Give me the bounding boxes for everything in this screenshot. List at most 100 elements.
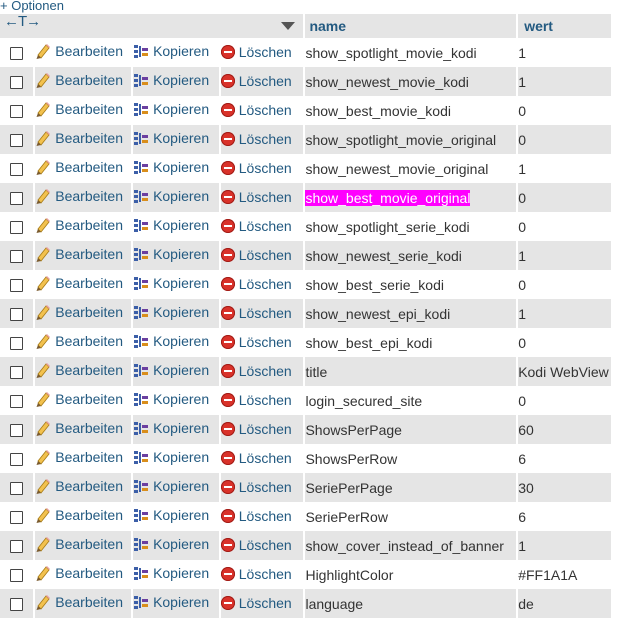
row-checkbox[interactable] bbox=[10, 279, 23, 293]
row-checkbox[interactable] bbox=[10, 47, 23, 61]
edit-button[interactable]: Bearbeiten bbox=[35, 420, 123, 436]
column-expand-arrows-icon[interactable]: ←T→ bbox=[4, 14, 41, 30]
row-checkbox[interactable] bbox=[10, 221, 23, 235]
value-cell[interactable]: 1 bbox=[517, 154, 613, 183]
edit-button[interactable]: Bearbeiten bbox=[35, 449, 123, 465]
value-cell[interactable]: 30 bbox=[517, 473, 613, 502]
edit-button[interactable]: Bearbeiten bbox=[35, 43, 123, 59]
copy-button[interactable]: Kopieren bbox=[133, 101, 209, 117]
name-cell[interactable]: show_newest_serie_kodi bbox=[304, 241, 519, 270]
row-checkbox[interactable] bbox=[10, 424, 23, 438]
edit-button[interactable]: Bearbeiten bbox=[35, 246, 123, 262]
name-cell[interactable]: show_cover_instead_of_banner bbox=[304, 531, 519, 560]
sort-dropdown-icon[interactable] bbox=[281, 22, 296, 30]
value-cell[interactable]: 0 bbox=[517, 328, 613, 357]
edit-button[interactable]: Bearbeiten bbox=[35, 507, 123, 523]
row-checkbox[interactable] bbox=[10, 395, 23, 409]
row-checkbox[interactable] bbox=[10, 250, 23, 264]
value-cell[interactable]: de bbox=[517, 589, 613, 618]
value-cell[interactable]: 6 bbox=[517, 502, 613, 531]
edit-button[interactable]: Bearbeiten bbox=[35, 304, 123, 320]
edit-button[interactable]: Bearbeiten bbox=[35, 217, 123, 233]
edit-button[interactable]: Bearbeiten bbox=[35, 565, 123, 581]
value-cell[interactable]: 0 bbox=[517, 386, 613, 415]
copy-button[interactable]: Kopieren bbox=[133, 188, 209, 204]
options-toggle-link[interactable]: + Optionen bbox=[0, 0, 64, 14]
row-checkbox[interactable] bbox=[10, 366, 23, 380]
copy-button[interactable]: Kopieren bbox=[133, 391, 209, 407]
copy-button[interactable]: Kopieren bbox=[133, 478, 209, 494]
name-cell[interactable]: show_spotlight_serie_kodi bbox=[304, 212, 519, 241]
delete-button[interactable]: Löschen bbox=[220, 334, 292, 350]
copy-button[interactable]: Kopieren bbox=[133, 333, 209, 349]
row-checkbox[interactable] bbox=[10, 598, 23, 612]
row-checkbox[interactable] bbox=[10, 76, 23, 90]
copy-button[interactable]: Kopieren bbox=[133, 246, 209, 262]
delete-button[interactable]: Löschen bbox=[220, 44, 292, 60]
row-checkbox[interactable] bbox=[10, 192, 23, 206]
delete-button[interactable]: Löschen bbox=[220, 276, 292, 292]
name-cell[interactable]: show_best_serie_kodi bbox=[304, 270, 519, 299]
row-checkbox[interactable] bbox=[10, 308, 23, 322]
edit-button[interactable]: Bearbeiten bbox=[35, 333, 123, 349]
value-cell[interactable]: Kodi WebView bbox=[517, 357, 613, 386]
name-cell[interactable]: SeriePerPage bbox=[304, 473, 519, 502]
delete-button[interactable]: Löschen bbox=[220, 421, 292, 437]
value-cell[interactable]: 60 bbox=[517, 415, 613, 444]
copy-button[interactable]: Kopieren bbox=[133, 420, 209, 436]
name-cell[interactable]: show_spotlight_movie_original bbox=[304, 125, 519, 154]
delete-button[interactable]: Löschen bbox=[220, 508, 292, 524]
name-cell[interactable]: SeriePerRow bbox=[304, 502, 519, 531]
row-checkbox[interactable] bbox=[10, 163, 23, 177]
copy-button[interactable]: Kopieren bbox=[133, 304, 209, 320]
column-header-name[interactable]: name bbox=[304, 14, 519, 38]
edit-button[interactable]: Bearbeiten bbox=[35, 536, 123, 552]
row-checkbox[interactable] bbox=[10, 540, 23, 554]
edit-button[interactable]: Bearbeiten bbox=[35, 478, 123, 494]
delete-button[interactable]: Löschen bbox=[220, 131, 292, 147]
copy-button[interactable]: Kopieren bbox=[133, 72, 209, 88]
value-cell[interactable]: 1 bbox=[517, 531, 613, 560]
delete-button[interactable]: Löschen bbox=[220, 537, 292, 553]
value-cell[interactable]: 0 bbox=[517, 270, 613, 299]
name-cell[interactable]: ShowsPerPage bbox=[304, 415, 519, 444]
edit-button[interactable]: Bearbeiten bbox=[35, 159, 123, 175]
row-checkbox[interactable] bbox=[10, 105, 23, 119]
copy-button[interactable]: Kopieren bbox=[133, 536, 209, 552]
value-cell[interactable]: #FF1A1A bbox=[517, 560, 613, 589]
value-cell[interactable]: 0 bbox=[517, 212, 613, 241]
name-cell[interactable]: HighlightColor bbox=[304, 560, 519, 589]
edit-button[interactable]: Bearbeiten bbox=[35, 101, 123, 117]
edit-button[interactable]: Bearbeiten bbox=[35, 391, 123, 407]
name-cell[interactable]: login_secured_site bbox=[304, 386, 519, 415]
copy-button[interactable]: Kopieren bbox=[133, 130, 209, 146]
delete-button[interactable]: Löschen bbox=[220, 392, 292, 408]
name-cell[interactable]: show_best_epi_kodi bbox=[304, 328, 519, 357]
delete-button[interactable]: Löschen bbox=[220, 247, 292, 263]
edit-button[interactable]: Bearbeiten bbox=[35, 188, 123, 204]
value-cell[interactable]: 1 bbox=[517, 38, 613, 67]
row-checkbox[interactable] bbox=[10, 511, 23, 525]
column-header-value[interactable]: wert bbox=[517, 14, 613, 38]
name-cell[interactable]: show_best_movie_original bbox=[304, 183, 519, 212]
edit-button[interactable]: Bearbeiten bbox=[35, 594, 123, 610]
name-cell[interactable]: title bbox=[304, 357, 519, 386]
copy-button[interactable]: Kopieren bbox=[133, 565, 209, 581]
name-cell[interactable]: show_newest_movie_original bbox=[304, 154, 519, 183]
row-checkbox[interactable] bbox=[10, 453, 23, 467]
edit-button[interactable]: Bearbeiten bbox=[35, 130, 123, 146]
delete-button[interactable]: Löschen bbox=[220, 189, 292, 205]
value-cell[interactable]: 6 bbox=[517, 444, 613, 473]
delete-button[interactable]: Löschen bbox=[220, 102, 292, 118]
copy-button[interactable]: Kopieren bbox=[133, 507, 209, 523]
name-cell[interactable]: show_newest_epi_kodi bbox=[304, 299, 519, 328]
copy-button[interactable]: Kopieren bbox=[133, 362, 209, 378]
edit-button[interactable]: Bearbeiten bbox=[35, 72, 123, 88]
value-cell[interactable]: 0 bbox=[517, 96, 613, 125]
name-cell[interactable]: show_best_movie_kodi bbox=[304, 96, 519, 125]
delete-button[interactable]: Löschen bbox=[220, 450, 292, 466]
value-cell[interactable]: 0 bbox=[517, 183, 613, 212]
delete-button[interactable]: Löschen bbox=[220, 363, 292, 379]
row-checkbox[interactable] bbox=[10, 337, 23, 351]
copy-button[interactable]: Kopieren bbox=[133, 275, 209, 291]
